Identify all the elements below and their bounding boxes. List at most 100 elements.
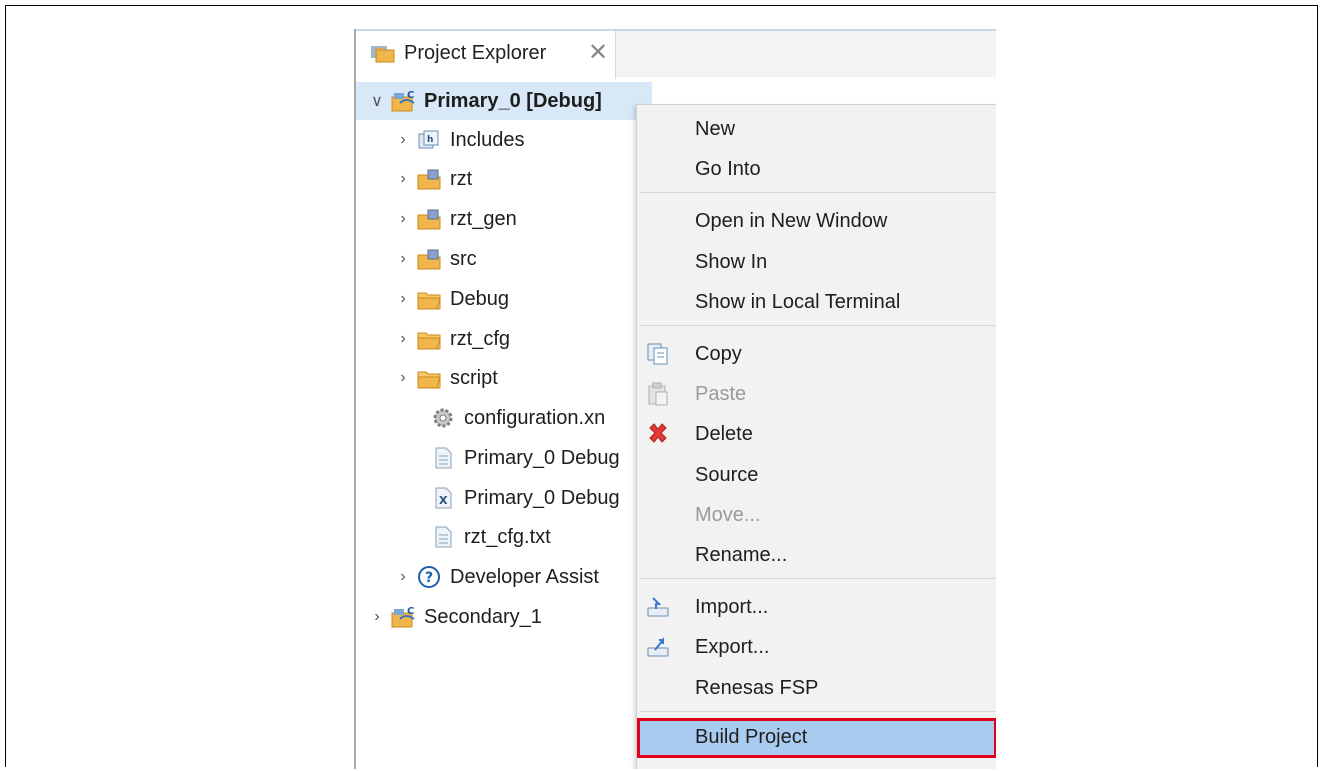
context-menu: New Go Into Open in New Window Show In S…: [636, 104, 996, 769]
chevron-right-icon[interactable]: ›: [396, 250, 410, 268]
menu-label: Go Into: [695, 158, 761, 180]
tree-label: Includes: [450, 128, 525, 151]
file-icon: [435, 447, 452, 469]
xml-file-icon: X: [435, 487, 452, 509]
menu-item-open-in-new-window[interactable]: Open in New Window: [637, 202, 996, 240]
close-icon[interactable]: ✕: [588, 38, 608, 67]
tree-item-configuration[interactable]: configuration.xn: [430, 399, 605, 437]
chevron-down-icon[interactable]: ∨: [370, 91, 384, 111]
menu-label: Build Project: [695, 726, 808, 748]
tree-label: Secondary_1: [424, 605, 542, 628]
menu-label: Open in New Window: [695, 210, 888, 232]
menu-separator: [639, 325, 995, 326]
paste-icon: [648, 382, 668, 406]
menu-item-export[interactable]: Export...: [637, 628, 996, 666]
menu-label: Renesas FSP: [695, 677, 819, 699]
tree-item-primary-debug-launch[interactable]: Primary_0 Debug: [430, 439, 620, 477]
folder-icon: [417, 371, 441, 389]
svg-text:X: X: [439, 494, 448, 507]
tree-item-debug[interactable]: › Debug: [396, 280, 509, 318]
tree-item-includes[interactable]: › h Includes: [396, 121, 525, 159]
menu-item-renesas-fsp[interactable]: Renesas FSP: [637, 669, 996, 707]
includes-icon: h: [418, 130, 439, 149]
menu-separator: [639, 578, 995, 579]
tree-item-rzt[interactable]: › rzt: [396, 160, 472, 198]
menu-label: Import...: [695, 596, 769, 618]
project-explorer-icon: [371, 46, 395, 63]
tree-label: Primary_0 [Debug]: [424, 89, 602, 112]
menu-item-delete[interactable]: Delete: [637, 415, 996, 453]
source-folder-icon: [417, 249, 441, 270]
menu-label: Copy: [695, 343, 742, 365]
chevron-right-icon[interactable]: ›: [396, 290, 410, 308]
menu-item-source[interactable]: Source: [637, 456, 996, 494]
menu-item-move[interactable]: Move...: [637, 496, 996, 534]
document-frame: Project Explorer ✕ ∨ C Primary_0 [Debug]…: [5, 5, 1318, 769]
menu-label: Export...: [695, 636, 770, 658]
menu-item-go-into[interactable]: Go Into: [637, 150, 996, 188]
menu-item-show-in[interactable]: Show In: [637, 243, 996, 281]
menu-item-paste[interactable]: Paste: [637, 375, 996, 413]
c-project-icon: C: [391, 606, 415, 628]
menu-label: Show In: [695, 251, 768, 273]
source-folder-icon: [417, 169, 441, 190]
tree-label: rzt_cfg: [450, 327, 511, 350]
menu-label: Delete: [695, 423, 753, 445]
menu-label: Show in Local Terminal: [695, 291, 901, 313]
menu-separator: [639, 711, 995, 712]
folder-icon: [417, 332, 441, 350]
menu-item-copy[interactable]: Copy: [637, 335, 996, 373]
menu-label: Paste: [695, 383, 747, 405]
tree-label: rzt_gen: [450, 207, 517, 230]
chevron-right-icon[interactable]: ›: [396, 568, 410, 586]
tree-item-primary-debug-xml[interactable]: X Primary_0 Debug: [430, 479, 620, 517]
help-icon: ?: [418, 566, 440, 588]
chevron-right-icon[interactable]: ›: [396, 330, 410, 348]
menu-label: Move...: [695, 504, 761, 526]
export-icon: [647, 637, 669, 657]
folder-icon: [417, 292, 441, 310]
svg-text:?: ?: [425, 570, 433, 586]
menu-separator: [639, 192, 995, 193]
menu-item-build-project[interactable]: Build Project: [637, 718, 996, 758]
chevron-right-icon[interactable]: ›: [396, 131, 410, 149]
chevron-right-icon[interactable]: ›: [396, 210, 410, 228]
copy-icon: [647, 343, 668, 365]
tree-item-rzt-gen[interactable]: › rzt_gen: [396, 200, 517, 238]
tree-label: Primary_0 Debug: [464, 486, 620, 509]
tree-item-src[interactable]: › src: [396, 240, 477, 278]
c-project-icon: C: [391, 90, 415, 112]
tree-item-developer-assistance[interactable]: › ? Developer Assist: [396, 558, 599, 596]
tree-item-rzt-cfg[interactable]: › rzt_cfg: [396, 320, 510, 358]
tree-item-rzt-cfg-txt[interactable]: rzt_cfg.txt: [430, 518, 551, 556]
tab-title: Project Explorer: [404, 42, 547, 64]
file-icon: [435, 526, 452, 548]
menu-item-rename[interactable]: Rename...: [637, 536, 996, 574]
import-icon: [647, 597, 669, 617]
chevron-right-icon[interactable]: ›: [370, 608, 384, 626]
tree-label: Debug: [450, 287, 509, 310]
svg-text:h: h: [427, 135, 433, 145]
tree-label: Developer Assist: [450, 565, 599, 588]
tree-item-script[interactable]: › script: [396, 359, 498, 397]
chevron-right-icon[interactable]: ›: [396, 369, 410, 387]
tree-label: src: [450, 247, 477, 270]
menu-label: New: [695, 118, 736, 140]
tree-label: rzt_cfg.txt: [464, 525, 551, 548]
eclipse-screenshot: Project Explorer ✕ ∨ C Primary_0 [Debug]…: [354, 29, 996, 769]
gear-icon: [433, 408, 453, 428]
chevron-right-icon[interactable]: ›: [396, 170, 410, 188]
menu-item-show-in-local-terminal[interactable]: Show in Local Terminal: [637, 283, 996, 321]
tree-label: Primary_0 Debug: [464, 446, 620, 469]
tree-item-secondary-project[interactable]: › C Secondary_1: [370, 598, 542, 636]
tree-label: script: [450, 366, 498, 389]
delete-icon: [649, 423, 667, 443]
tab-project-explorer[interactable]: Project Explorer ✕: [356, 29, 616, 79]
menu-label: Rename...: [695, 544, 788, 566]
menu-item-import[interactable]: Import...: [637, 588, 996, 626]
tree-item-primary-project[interactable]: ∨ C Primary_0 [Debug]: [356, 82, 652, 120]
menu-item-new[interactable]: New: [637, 110, 996, 148]
view-tab-bar: Project Explorer ✕: [356, 29, 996, 79]
source-folder-icon: [417, 209, 441, 230]
tree-label: rzt: [450, 167, 473, 190]
